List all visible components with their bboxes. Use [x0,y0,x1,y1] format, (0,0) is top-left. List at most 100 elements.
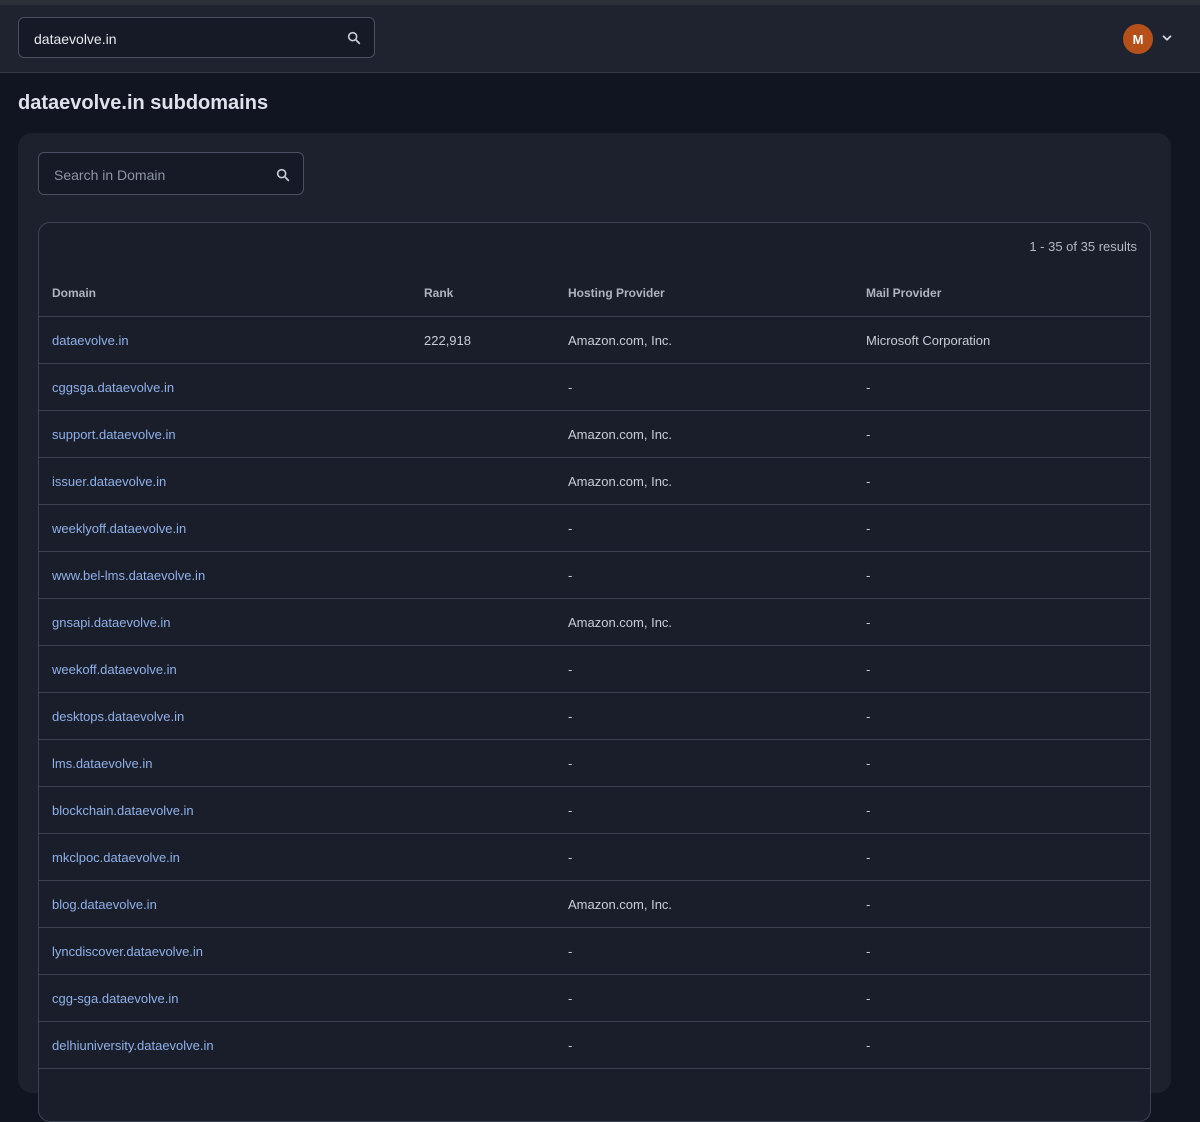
column-header-rank[interactable]: Rank [424,270,568,317]
global-search-box[interactable] [18,17,375,59]
domain-link[interactable]: www.bel-lms.dataevolve.in [52,568,205,583]
table-row: issuer.dataevolve.in Amazon.com, Inc. - [39,457,1150,505]
table-row: desktops.dataevolve.in - - [39,692,1150,740]
table-row: lyncdiscover.dataevolve.in - - [39,927,1150,975]
table-row: weekoff.dataevolve.in - - [39,645,1150,693]
domain-link[interactable]: issuer.dataevolve.in [52,474,166,489]
domain-link[interactable]: mkclpoc.dataevolve.in [52,850,180,865]
domain-link[interactable]: blog.dataevolve.in [52,897,157,912]
domain-link[interactable]: blockchain.dataevolve.in [52,803,194,818]
domain-link[interactable]: dataevolve.in [52,333,129,348]
mail-cell: - [866,551,1150,599]
domain-cell[interactable]: desktops.dataevolve.in [39,692,424,740]
domain-cell[interactable]: cggsga.dataevolve.in [39,363,424,411]
mail-cell: - [866,1021,1150,1069]
domain-cell[interactable]: issuer.dataevolve.in [39,457,424,505]
table-row: cgg-sga.dataevolve.in - - [39,974,1150,1022]
mail-cell: - [866,645,1150,693]
hosting-cell: - [568,363,866,411]
rank-cell [424,363,568,411]
mail-cell: - [866,692,1150,740]
results-count: 1 - 35 of 35 results [1029,239,1137,254]
rank-cell [424,786,568,834]
rank-cell [424,410,568,458]
domain-cell[interactable]: cgg-sga.dataevolve.in [39,974,424,1022]
domain-link[interactable]: weekoff.dataevolve.in [52,662,177,677]
domain-search-input[interactable] [52,153,266,196]
column-header-mail-provider[interactable]: Mail Provider [866,270,1150,317]
table-row: blog.dataevolve.in Amazon.com, Inc. - [39,880,1150,928]
rank-cell [424,927,568,975]
mail-cell: Microsoft Corporation [866,316,1150,364]
domain-link[interactable]: lyncdiscover.dataevolve.in [52,944,203,959]
chevron-down-icon[interactable] [1160,31,1174,45]
hosting-cell: - [568,786,866,834]
rank-cell [424,598,568,646]
hosting-cell: - [568,1021,866,1069]
top-header: M [0,5,1200,73]
search-icon[interactable] [275,167,291,183]
domain-cell[interactable]: lms.dataevolve.in [39,739,424,787]
domain-link[interactable]: weeklyoff.dataevolve.in [52,521,186,536]
rank-cell [424,974,568,1022]
domain-cell[interactable]: weekoff.dataevolve.in [39,645,424,693]
hosting-cell: Amazon.com, Inc. [568,457,866,505]
rank-cell [424,692,568,740]
mail-cell: - [866,833,1150,881]
rank-cell: 222,918 [424,316,568,364]
avatar[interactable]: M [1123,24,1153,54]
domain-cell[interactable]: weeklyoff.dataevolve.in [39,504,424,552]
mail-cell: - [866,363,1150,411]
table-row: gnsapi.dataevolve.in Amazon.com, Inc. - [39,598,1150,646]
domain-link[interactable]: lms.dataevolve.in [52,756,152,771]
domain-cell[interactable]: www.bel-lms.dataevolve.in [39,551,424,599]
table-body: dataevolve.in 222,918 Amazon.com, Inc. M… [39,316,1150,1069]
global-search-input[interactable] [32,18,336,59]
domain-link[interactable]: delhiuniversity.dataevolve.in [52,1038,214,1053]
domain-cell[interactable]: delhiuniversity.dataevolve.in [39,1021,424,1069]
search-icon[interactable] [346,30,362,46]
hosting-cell: Amazon.com, Inc. [568,598,866,646]
table-row: cggsga.dataevolve.in - - [39,363,1150,411]
mail-cell: - [866,880,1150,928]
domain-cell[interactable]: support.dataevolve.in [39,410,424,458]
domain-link[interactable]: desktops.dataevolve.in [52,709,184,724]
domain-search-box[interactable] [38,152,304,196]
domain-link[interactable]: gnsapi.dataevolve.in [52,615,171,630]
mail-cell: - [866,504,1150,552]
domain-cell[interactable]: gnsapi.dataevolve.in [39,598,424,646]
mail-cell: - [866,739,1150,787]
domain-cell[interactable]: lyncdiscover.dataevolve.in [39,927,424,975]
subdomains-card: 1 - 35 of 35 results Domain Rank Hosting… [18,133,1171,1122]
domain-link[interactable]: cggsga.dataevolve.in [52,380,174,395]
column-header-hosting-provider[interactable]: Hosting Provider [568,270,866,317]
domain-cell[interactable]: dataevolve.in [39,316,424,364]
table-row: www.bel-lms.dataevolve.in - - [39,551,1150,599]
rank-cell [424,880,568,928]
rank-cell [424,551,568,599]
domain-link[interactable]: cgg-sga.dataevolve.in [52,991,178,1006]
hosting-cell: Amazon.com, Inc. [568,880,866,928]
hosting-cell: - [568,833,866,881]
rank-cell [424,504,568,552]
hosting-cell: Amazon.com, Inc. [568,410,866,458]
hosting-cell: - [568,504,866,552]
mail-cell: - [866,786,1150,834]
rank-cell [424,645,568,693]
domain-link[interactable]: support.dataevolve.in [52,427,176,442]
column-header-domain[interactable]: Domain [39,270,424,317]
table-row: blockchain.dataevolve.in - - [39,786,1150,834]
table-row: weeklyoff.dataevolve.in - - [39,504,1150,552]
hosting-cell: - [568,974,866,1022]
domain-cell[interactable]: blockchain.dataevolve.in [39,786,424,834]
domain-cell[interactable]: blog.dataevolve.in [39,880,424,928]
table-row: lms.dataevolve.in - - [39,739,1150,787]
rank-cell [424,457,568,505]
table-row: mkclpoc.dataevolve.in - - [39,833,1150,881]
table-row: delhiuniversity.dataevolve.in - - [39,1021,1150,1069]
domain-cell[interactable]: mkclpoc.dataevolve.in [39,833,424,881]
hosting-cell: - [568,645,866,693]
hosting-cell: - [568,739,866,787]
table-row: support.dataevolve.in Amazon.com, Inc. - [39,410,1150,458]
mail-cell: - [866,598,1150,646]
